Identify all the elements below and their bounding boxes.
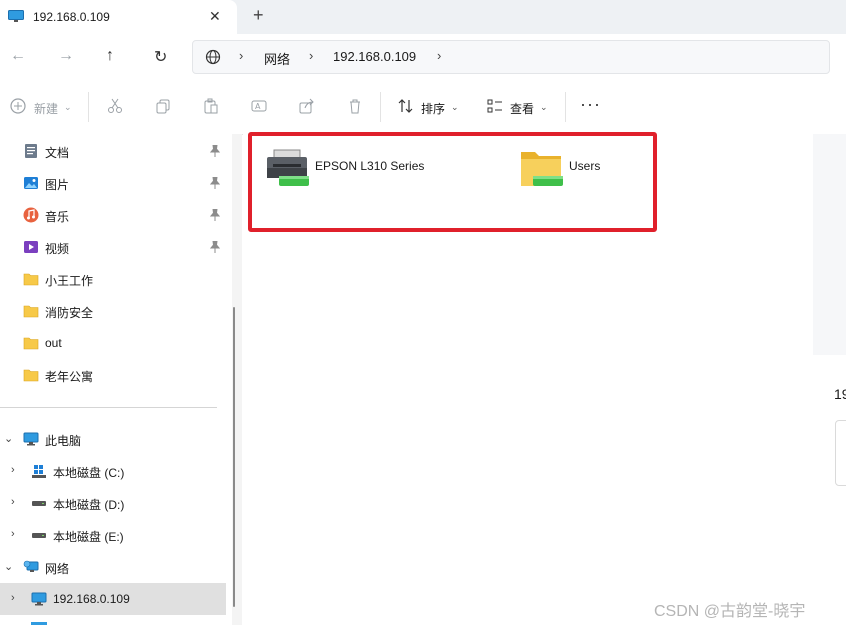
sidebar-item-label: 本地磁盘 (C:)	[53, 466, 125, 480]
tab-strip: 192.168.0.109 ✕ +	[0, 0, 846, 34]
chevron-right-icon[interactable]: ›	[11, 464, 15, 476]
sidebar-item-label: 本地磁盘 (D:)	[53, 498, 125, 512]
network-icon	[23, 559, 39, 575]
document-icon	[23, 143, 39, 159]
computer-icon	[8, 10, 24, 23]
navigation-pane: 文档 图片 音乐 视频 小王工作 消防安全 out 老年公寓 ⌄ 此电脑 › 本…	[0, 134, 232, 625]
command-bar: 新建 ⌄ A 排序 ⌄ 查看 ⌄ ···	[0, 80, 846, 135]
sidebar-item-label: 192.168.0.109	[53, 592, 130, 606]
sort-button[interactable]: 排序	[421, 100, 445, 117]
new-tab-button[interactable]: +	[253, 5, 264, 26]
up-button[interactable]: ↑	[106, 47, 114, 65]
music-icon	[23, 207, 39, 223]
address-bar[interactable]: › 网络 › 192.168.0.109 ›	[192, 40, 830, 74]
navigation-bar: ← → ↑ ↻ › 网络 › 192.168.0.109 ›	[0, 34, 846, 80]
video-icon	[23, 239, 39, 255]
chevron-down-icon[interactable]: ⌄	[4, 432, 13, 445]
chevron-down-icon[interactable]: ⌄	[4, 560, 13, 573]
sidebar-item-label: 音乐	[45, 210, 70, 224]
sidebar-item-documents[interactable]: 文档	[0, 135, 226, 167]
details-pane-card	[835, 420, 846, 486]
sidebar-item-label: 小王工作	[45, 274, 94, 288]
pin-icon	[209, 176, 221, 189]
cut-icon[interactable]	[107, 98, 123, 114]
breadcrumb-network[interactable]: 网络	[264, 49, 290, 68]
svg-text:A: A	[255, 102, 261, 111]
breadcrumb-separator: ›	[239, 48, 244, 63]
sidebar-item-label: 图片	[45, 178, 70, 192]
tab-title: 192.168.0.109	[33, 10, 110, 24]
back-button[interactable]: ←	[10, 47, 26, 65]
chevron-right-icon[interactable]: ›	[11, 528, 15, 540]
sidebar-item-host[interactable]: › 192.168.0.109	[0, 583, 226, 615]
sidebar-item-folder[interactable]: out	[0, 327, 226, 359]
sidebar-item-network[interactable]: ⌄ 网络	[0, 551, 226, 583]
folder-icon	[23, 271, 39, 287]
sidebar-item-label: 消防安全	[45, 306, 94, 320]
drive-icon	[31, 527, 47, 543]
sidebar-divider	[0, 407, 217, 408]
drive-icon	[31, 495, 47, 511]
watermark: CSDN @古韵堂-晓宇	[654, 603, 806, 620]
pictures-icon	[23, 175, 39, 191]
sidebar-item-drive-e[interactable]: › 本地磁盘 (E:)	[0, 519, 226, 551]
toolbar-divider	[565, 92, 566, 122]
sidebar-item-label: 文档	[45, 146, 70, 160]
network-globe-icon	[205, 49, 221, 65]
breadcrumb-separator: ›	[309, 48, 314, 63]
sidebar-item-pictures[interactable]: 图片	[0, 167, 226, 199]
tab-active[interactable]: 192.168.0.109 ✕	[0, 0, 237, 34]
folder-icon	[23, 367, 39, 383]
pin-icon	[209, 208, 221, 221]
sidebar-item-drive-c[interactable]: › 本地磁盘 (C:)	[0, 455, 226, 487]
folder-icon	[23, 303, 39, 319]
sidebar-scroll-thumb[interactable]	[233, 307, 235, 607]
delete-icon[interactable]	[347, 98, 363, 114]
highlight-annotation-box	[248, 132, 657, 232]
breadcrumb-host[interactable]: 192.168.0.109	[333, 49, 416, 64]
rename-icon[interactable]: A	[251, 98, 267, 114]
sidebar-item-label: 视频	[45, 242, 70, 256]
details-pane-title: 19	[834, 386, 846, 402]
view-button[interactable]: 查看	[510, 100, 534, 117]
new-plus-icon[interactable]	[10, 98, 26, 114]
close-tab-icon[interactable]: ✕	[209, 8, 221, 25]
sidebar-item-drive-d[interactable]: › 本地磁盘 (D:)	[0, 487, 226, 519]
sidebar-item-folder[interactable]: 老年公寓	[0, 359, 226, 391]
refresh-button[interactable]: ↻	[154, 47, 167, 67]
sidebar-item-label: 老年公寓	[45, 370, 94, 384]
computer-icon	[31, 591, 47, 607]
more-options-icon[interactable]: ···	[580, 94, 601, 115]
chevron-right-icon[interactable]: ›	[11, 592, 15, 604]
folder-icon	[23, 335, 39, 351]
sidebar-item-videos[interactable]: 视频	[0, 231, 226, 263]
chevron-down-icon: ⌄	[64, 102, 72, 112]
windows-drive-icon	[31, 463, 47, 479]
sidebar-item-label: 此电脑	[45, 434, 82, 448]
sidebar-item-folder[interactable]: 小王工作	[0, 263, 226, 295]
view-icon[interactable]	[487, 98, 503, 114]
sidebar-item-folder[interactable]: 消防安全	[0, 295, 226, 327]
copy-icon[interactable]	[155, 98, 171, 114]
forward-button[interactable]: →	[58, 47, 74, 65]
chevron-down-icon: ⌄	[540, 102, 548, 112]
share-icon[interactable]	[299, 98, 315, 114]
chevron-right-icon[interactable]: ›	[11, 496, 15, 508]
sort-icon[interactable]	[398, 98, 414, 114]
sidebar-item-this-pc[interactable]: ⌄ 此电脑	[0, 423, 226, 455]
sidebar-item-label: 网络	[45, 562, 70, 576]
pin-icon	[209, 240, 221, 253]
new-button-label[interactable]: 新建	[34, 100, 58, 117]
paste-icon[interactable]	[203, 98, 219, 114]
chevron-down-icon: ⌄	[451, 102, 459, 112]
pin-icon	[209, 144, 221, 157]
sidebar-item-label: 本地磁盘 (E:)	[53, 530, 124, 544]
sidebar-item-music[interactable]: 音乐	[0, 199, 226, 231]
breadcrumb-separator[interactable]: ›	[437, 48, 441, 63]
toolbar-divider	[88, 92, 89, 122]
toolbar-divider	[380, 92, 381, 122]
this-pc-icon	[23, 431, 39, 447]
sidebar-item-label: out	[45, 336, 62, 350]
